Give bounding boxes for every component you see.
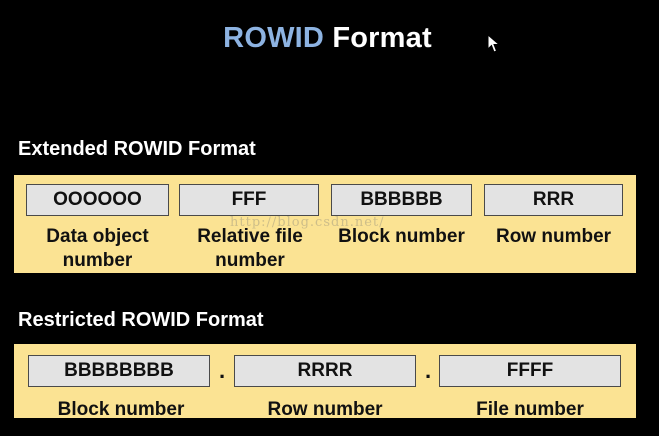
title-rowid: ROWID xyxy=(223,22,325,54)
restricted-heading: Restricted ROWID Format xyxy=(18,309,264,331)
extended-field-block: BBBBBB xyxy=(331,184,472,216)
extended-label-data-object: Data object number xyxy=(46,226,149,271)
extended-label-row: Row number xyxy=(495,226,612,247)
slide-title: ROWID Format xyxy=(0,22,655,55)
extended-heading: Extended ROWID Format xyxy=(18,138,256,160)
restricted-field-row: RRRR xyxy=(234,355,416,387)
restricted-label-block: Block number xyxy=(57,399,185,420)
restricted-format-band: BBBBBBBB . RRRR . FFFF Block number Row … xyxy=(14,344,636,420)
restricted-field-file: FFFF xyxy=(439,355,621,387)
watermark-text: http://blog.csdn.net/ xyxy=(230,215,385,230)
restricted-label-file: File number xyxy=(476,399,584,420)
extended-field-data-object: OOOOOO xyxy=(26,184,169,216)
slide: ROWID Format Extended ROWID Format OOOOO… xyxy=(0,0,659,436)
arrow-cursor-icon xyxy=(487,34,501,53)
extended-field-relative-file: FFF xyxy=(179,184,319,216)
restricted-field-block: BBBBBBBB xyxy=(28,355,210,387)
title-format: Format xyxy=(332,22,432,54)
extended-field-row: RRR xyxy=(484,184,623,216)
restricted-separator-1: . xyxy=(219,358,226,383)
extended-label-relative-file: Relative file number xyxy=(197,226,303,271)
restricted-separator-2: . xyxy=(425,358,432,383)
restricted-label-row: Row number xyxy=(267,399,383,420)
